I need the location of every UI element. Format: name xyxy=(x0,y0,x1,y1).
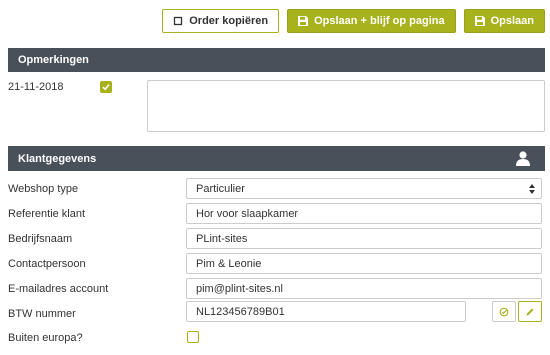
vat-number-input[interactable]: NL123456789B01 xyxy=(186,301,466,322)
select-arrows-icon xyxy=(529,184,535,194)
company-name-label: Bedrijfsnaam xyxy=(8,233,73,245)
copy-order-label: Order kopiëren xyxy=(189,15,269,27)
company-name-input[interactable]: PLint-sites xyxy=(186,228,542,249)
outside-europe-label: Buiten europa? xyxy=(8,332,83,344)
vat-edit-button[interactable] xyxy=(518,301,542,322)
remarks-title: Opmerkingen xyxy=(18,54,89,66)
user-icon xyxy=(516,151,530,166)
save-icon xyxy=(474,16,485,26)
remark-checkbox[interactable] xyxy=(100,81,112,93)
reference-label: Referentie klant xyxy=(8,208,86,220)
email-input[interactable]: pim@plint-sites.nl xyxy=(186,278,542,299)
check-circle-icon xyxy=(499,307,509,316)
email-value: pim@plint-sites.nl xyxy=(196,282,283,295)
save-button[interactable]: Opslaan xyxy=(463,9,545,33)
outside-europe-checkbox[interactable] xyxy=(187,331,199,343)
vat-number-value: NL123456789B01 xyxy=(196,305,285,318)
save-label: Opslaan xyxy=(490,15,534,27)
company-name-value: PLint-sites xyxy=(196,232,248,245)
remarks-header: Opmerkingen xyxy=(8,48,545,72)
webshop-type-label: Webshop type xyxy=(8,183,79,195)
checkmark-icon xyxy=(102,84,110,91)
webshop-type-select[interactable]: Particulier xyxy=(186,178,542,199)
contact-person-input[interactable]: Pim & Leonie xyxy=(186,253,542,274)
save-stay-label: Opslaan + blijf op pagina xyxy=(314,15,445,27)
remark-textarea[interactable] xyxy=(147,80,545,132)
email-label: E-mailadres account xyxy=(8,283,109,295)
customer-header: Klantgegevens xyxy=(8,146,545,171)
toolbar: Order kopiëren Opslaan + blijf op pagina… xyxy=(162,9,545,33)
copy-order-button[interactable]: Order kopiëren xyxy=(162,9,280,33)
save-stay-button[interactable]: Opslaan + blijf op pagina xyxy=(287,9,456,33)
save-icon xyxy=(298,16,309,26)
webshop-type-value: Particulier xyxy=(196,182,245,195)
vat-number-label: BTW nummer xyxy=(8,308,76,320)
pencil-icon xyxy=(526,308,534,315)
contact-person-value: Pim & Leonie xyxy=(196,257,262,270)
vat-check-button[interactable] xyxy=(492,301,516,322)
reference-input[interactable]: Hor voor slaapkamer xyxy=(186,203,542,224)
reference-value: Hor voor slaapkamer xyxy=(196,207,299,220)
contact-person-label: Contactpersoon xyxy=(8,258,86,270)
customer-title: Klantgegevens xyxy=(18,152,97,165)
remark-date: 21-11-2018 xyxy=(8,81,64,93)
copy-icon xyxy=(174,16,183,26)
